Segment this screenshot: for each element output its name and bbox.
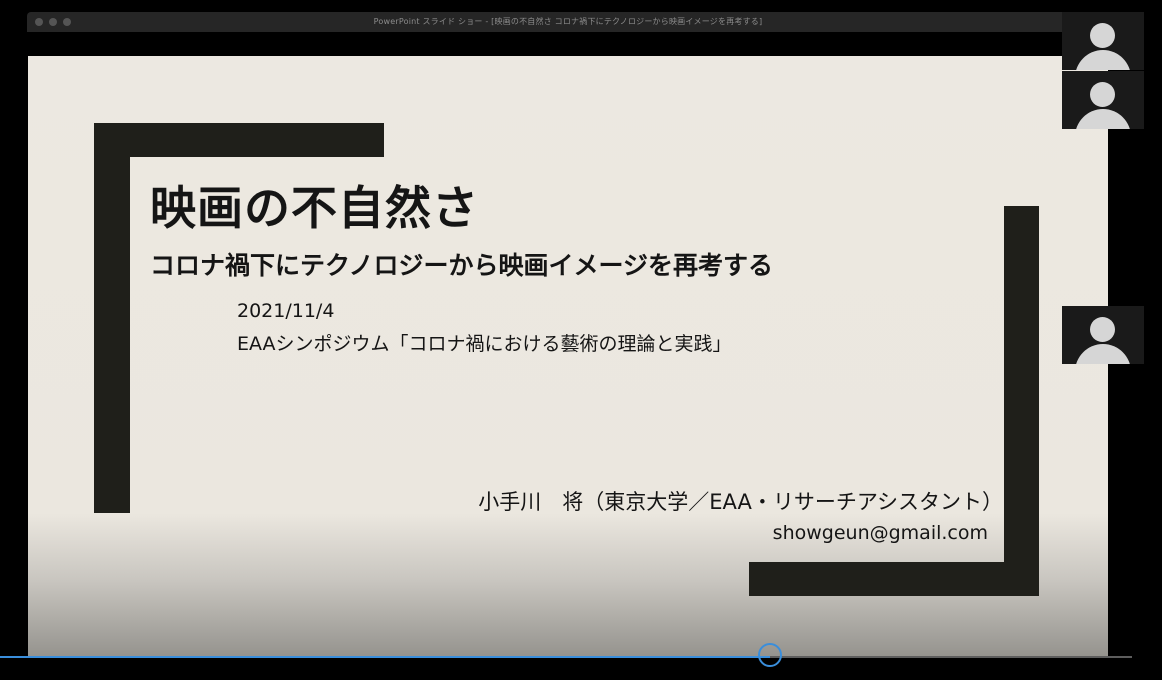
playback-progress-handle[interactable] (758, 643, 782, 667)
presentation-slide[interactable]: 映画の不自然さ コロナ禍下にテクノロジーから映画イメージを再考する 2021/1… (28, 56, 1108, 658)
frame-bar-bottom-right-horizontal (749, 562, 1039, 596)
slide-date: 2021/11/4 (237, 300, 335, 322)
slide-subtitle: コロナ禍下にテクノロジーから映画イメージを再考する (150, 251, 774, 280)
window-title: PowerPoint スライド ショー - [映画の不自然さ コロナ禍下にテクノ… (373, 17, 763, 26)
participant-video-tile[interactable] (1062, 71, 1144, 129)
slide-author: 小手川 将（東京大学／EAA・リサーチアシスタント） (478, 490, 1003, 514)
slide-title: 映画の不自然さ (150, 181, 479, 235)
participant-video-tile[interactable] (1062, 306, 1144, 364)
frame-bar-top-left-vertical (94, 123, 130, 513)
slide-email: showgeun@gmail.com (772, 522, 988, 544)
participant-video-tile[interactable] (1062, 12, 1144, 70)
window-titlebar: PowerPoint スライド ショー - [映画の不自然さ コロナ禍下にテクノ… (27, 12, 1109, 32)
slide-event-name: EAAシンポジウム「コロナ禍における藝術の理論と実践」 (237, 333, 732, 355)
playback-progress-fill (0, 656, 770, 658)
frame-bar-bottom-right-vertical (1004, 206, 1039, 596)
frame-bar-top-left-horizontal (94, 123, 384, 157)
